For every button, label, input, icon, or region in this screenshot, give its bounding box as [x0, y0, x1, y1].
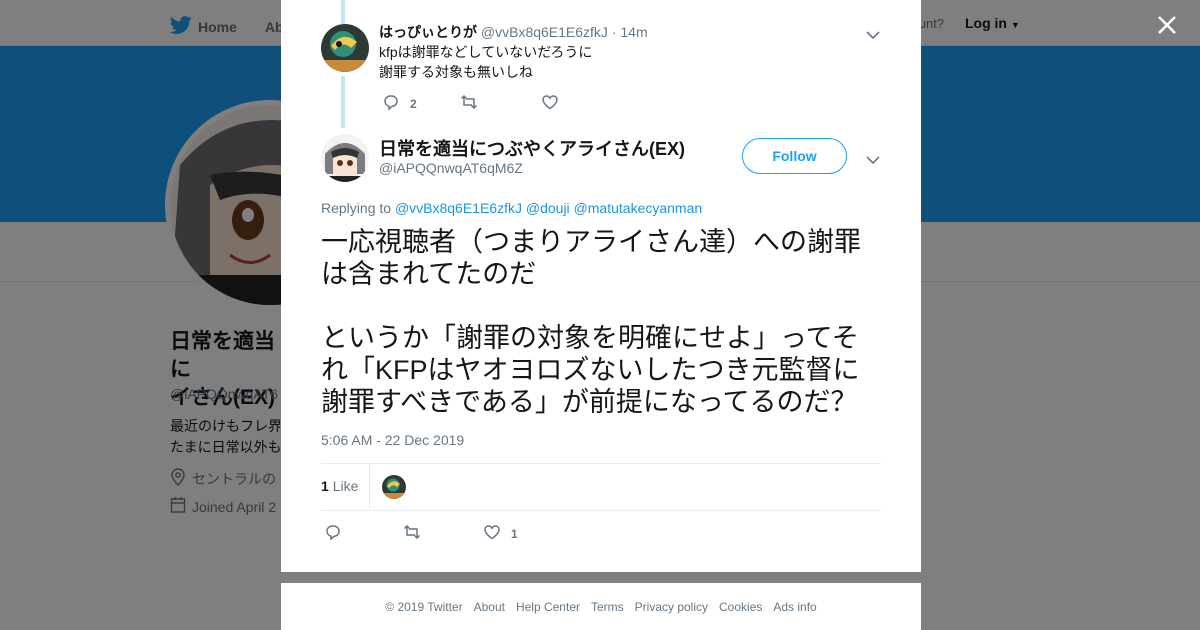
- main-author-avatar[interactable]: [321, 134, 369, 182]
- parent-reply-button[interactable]: 2: [382, 93, 417, 114]
- likes-stat[interactable]: 1 Like: [321, 478, 358, 494]
- chevron-down-icon[interactable]: [866, 27, 880, 40]
- likes-number: 1: [321, 478, 329, 494]
- parent-avatar[interactable]: [321, 24, 369, 72]
- like-count: 1: [511, 526, 518, 541]
- tweet-text-line: れ「KFPはヤオヨロズないしたつき元監督に: [321, 355, 860, 385]
- thread-connector: [341, 0, 345, 24]
- follow-button[interactable]: Follow: [742, 138, 847, 174]
- tweet-timestamp[interactable]: 5:06 AM - 22 Dec 2019: [321, 432, 464, 448]
- tweet-text-line: 一応視聴者（つまりアライさん達）への謝罪: [321, 227, 861, 257]
- like-button[interactable]: 1: [483, 523, 518, 544]
- footer-help-link[interactable]: Help Center: [516, 600, 580, 614]
- footer: © 2019 Twitter About Help Center Terms P…: [281, 583, 921, 630]
- main-author-handle[interactable]: @iAPQQnwqAT6qM6Z: [379, 160, 523, 176]
- stats-divider-top: [321, 463, 881, 464]
- footer-privacy-link[interactable]: Privacy policy: [635, 600, 708, 614]
- tweet-text-line: 謝罪すべきである」が前提になってるのだ？: [321, 387, 858, 417]
- reply-button[interactable]: [324, 523, 352, 544]
- parent-author-handle[interactable]: @vvBx8q6E1E6zfkJ: [481, 24, 608, 40]
- footer-copyright: © 2019 Twitter: [385, 599, 463, 614]
- heart-icon: [541, 93, 569, 114]
- parent-tweet-text: kfpは謝罪などしていないだろうに 謝罪する対象も無いしね: [379, 42, 592, 82]
- reply-icon: [382, 93, 410, 114]
- liker-avatar[interactable]: [382, 475, 406, 499]
- parent-text-line2: 謝罪する対象も無いしね: [379, 64, 533, 80]
- mention-link[interactable]: @matutakecyanman: [574, 200, 703, 216]
- stats-divider-bottom: [321, 510, 881, 511]
- mention-link[interactable]: @douji: [526, 200, 570, 216]
- tweet-text: 一応視聴者（つまりアライさん達）への謝罪 は含まれてたのだ というか「謝罪の対象…: [321, 226, 886, 418]
- likes-label: Like: [332, 478, 359, 494]
- retweet-icon: [460, 93, 488, 114]
- paragraph-break: [321, 290, 886, 322]
- parent-reply-count: 2: [410, 96, 417, 111]
- tweet-text-line: は含まれてたのだ: [321, 259, 537, 289]
- footer-about-link[interactable]: About: [474, 600, 505, 614]
- main-author-name[interactable]: 日常を適当につぶやくアライさん(EX): [379, 135, 685, 161]
- replying-prefix: Replying to: [321, 200, 392, 216]
- parent-tweet-time[interactable]: 14m: [620, 24, 647, 40]
- footer-ads-link[interactable]: Ads info: [773, 600, 816, 614]
- parent-tweet-header: はっぴぃとりが @vvBx8q6E1E6zfkJ · 14m: [379, 22, 648, 42]
- retweet-button[interactable]: [403, 523, 431, 544]
- parent-retweet-button[interactable]: [460, 93, 488, 114]
- parent-text-line1: kfpは謝罪などしていないだろうに: [379, 44, 593, 60]
- footer-terms-link[interactable]: Terms: [591, 600, 624, 614]
- replying-to: Replying to @vvBx8q6E1E6zfkJ @douji @mat…: [321, 200, 702, 216]
- reply-icon: [324, 523, 352, 544]
- parent-author-name[interactable]: はっぴぃとりが: [379, 24, 477, 40]
- stats-separator: [369, 464, 370, 510]
- footer-cookies-link[interactable]: Cookies: [719, 600, 762, 614]
- tweet-text-line: というか「謝罪の対象を明確にせよ」ってそ: [321, 323, 859, 353]
- parent-separator: ·: [611, 24, 617, 40]
- mention-link[interactable]: @vvBx8q6E1E6zfkJ: [395, 200, 522, 216]
- close-icon[interactable]: [1156, 14, 1178, 36]
- tweet-modal: はっぴぃとりが @vvBx8q6E1E6zfkJ · 14m kfpは謝罪などし…: [281, 0, 921, 572]
- chevron-down-icon[interactable]: [866, 152, 880, 165]
- parent-like-button[interactable]: [541, 93, 569, 114]
- thread-connector: [341, 76, 345, 128]
- retweet-icon: [403, 523, 431, 544]
- heart-icon: [483, 523, 511, 544]
